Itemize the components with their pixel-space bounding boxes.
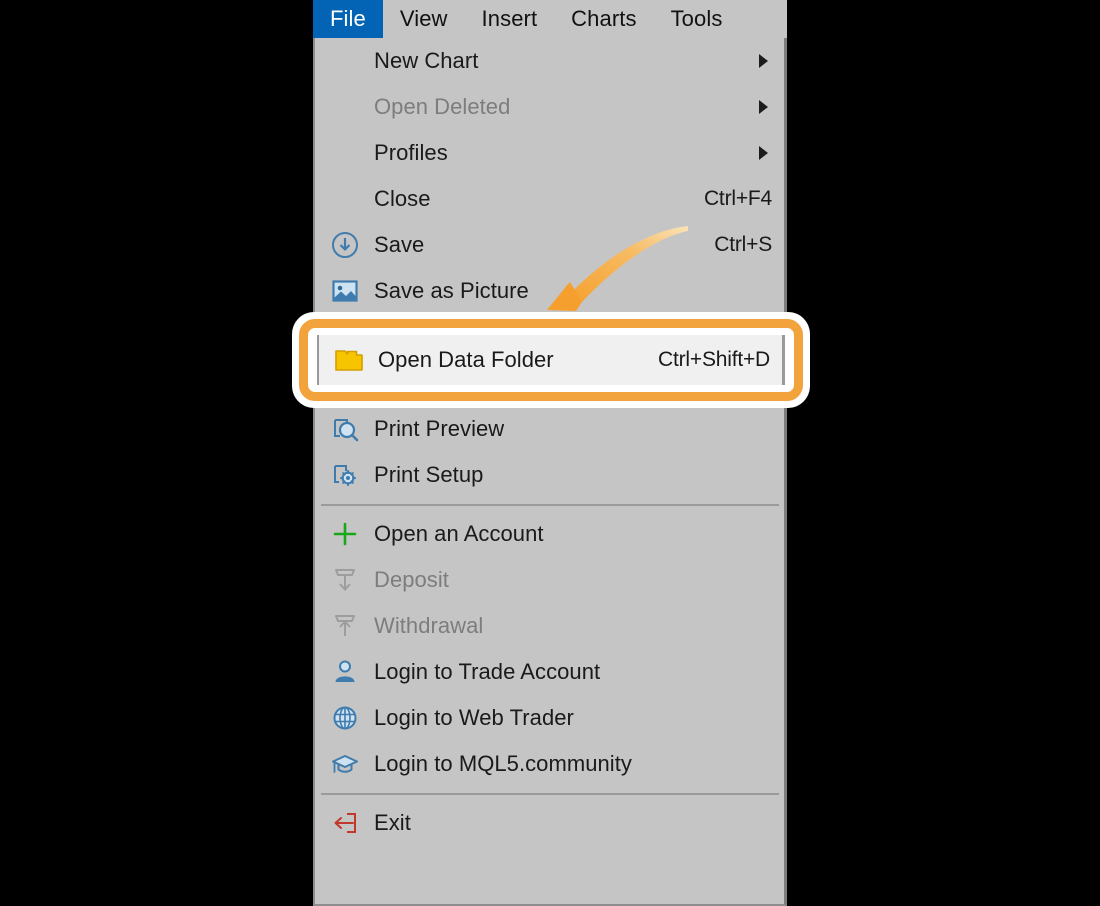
menu-item-close[interactable]: Close Ctrl+F4 bbox=[315, 176, 784, 222]
submenu-chevron-right-icon bbox=[759, 146, 768, 160]
person-icon bbox=[327, 655, 363, 689]
menu-item-print-preview[interactable]: Print Preview bbox=[315, 406, 784, 452]
menu-item-label: Save as Picture bbox=[374, 278, 529, 303]
menu-item-label: Login to Trade Account bbox=[374, 659, 601, 684]
globe-icon bbox=[327, 701, 363, 735]
separator-line bbox=[320, 503, 779, 506]
picture-icon bbox=[327, 274, 363, 308]
menu-item-label: Withdrawal bbox=[374, 613, 484, 638]
menu-item-label: Close bbox=[374, 186, 431, 211]
file-menu-dropdown: New Chart Open Deleted Profiles Close Ctrl+F… bbox=[313, 38, 787, 906]
menu-item-print-setup[interactable]: Print Setup bbox=[315, 452, 784, 498]
no-icon bbox=[327, 90, 363, 124]
separator-line bbox=[320, 792, 779, 795]
no-icon bbox=[327, 136, 363, 170]
menu-item-label: Open an Account bbox=[374, 521, 544, 546]
no-icon bbox=[327, 182, 363, 216]
menu-item-new-chart[interactable]: New Chart bbox=[315, 38, 784, 84]
menu-item-label: Profiles bbox=[374, 140, 448, 165]
menu-item-exit[interactable]: Exit bbox=[315, 800, 784, 846]
menu-item-shortcut: Ctrl+Shift+D bbox=[658, 348, 770, 371]
menu-item-open-an-account[interactable]: Open an Account bbox=[315, 511, 784, 557]
menu-item-withdrawal: Withdrawal bbox=[315, 603, 784, 649]
menu-item-open-deleted: Open Deleted bbox=[315, 84, 784, 130]
menu-item-label: Deposit bbox=[374, 567, 449, 592]
menu-item-save-as-picture[interactable]: Save as Picture bbox=[315, 268, 784, 314]
menubar-item-file[interactable]: File bbox=[313, 0, 383, 38]
folder-icon bbox=[331, 343, 367, 377]
menu-separator bbox=[315, 787, 784, 800]
menu-item-label: Open Deleted bbox=[374, 94, 511, 119]
deposit-arrow-down-icon bbox=[327, 563, 363, 597]
print-setup-icon bbox=[327, 458, 363, 492]
menu-item-profiles[interactable]: Profiles bbox=[315, 130, 784, 176]
menu-item-login-to-trade-account[interactable]: Login to Trade Account bbox=[315, 649, 784, 695]
menu-item-shortcut: Ctrl+F4 bbox=[703, 187, 772, 210]
menubar-item-tools[interactable]: Tools bbox=[654, 0, 740, 38]
menu-item-label: Exit bbox=[374, 810, 411, 835]
menu-item-deposit: Deposit bbox=[315, 557, 784, 603]
menubar-item-insert[interactable]: Insert bbox=[465, 0, 555, 38]
highlighted-menu-item-open-data-folder[interactable]: Open Data Folder Ctrl+Shift+D bbox=[317, 335, 785, 385]
menu-item-label: Save bbox=[374, 232, 425, 257]
menu-item-label: Print Preview bbox=[374, 416, 505, 441]
withdrawal-arrow-up-icon bbox=[327, 609, 363, 643]
submenu-chevron-right-icon bbox=[759, 54, 768, 68]
menubar-item-view[interactable]: View bbox=[383, 0, 465, 38]
menu-bar: File View Insert Charts Tools bbox=[313, 0, 787, 38]
menu-item-label: New Chart bbox=[374, 48, 479, 73]
menu-item-login-to-mql5-community[interactable]: Login to MQL5.community bbox=[315, 741, 784, 787]
menu-item-label: Login to MQL5.community bbox=[374, 751, 632, 776]
save-icon bbox=[327, 228, 363, 262]
menubar-item-charts[interactable]: Charts bbox=[554, 0, 653, 38]
menu-separator bbox=[315, 498, 784, 511]
submenu-chevron-right-icon bbox=[759, 100, 768, 114]
exit-icon bbox=[327, 806, 363, 840]
plus-icon bbox=[327, 517, 363, 551]
menu-item-save[interactable]: Save Ctrl+S bbox=[315, 222, 784, 268]
menu-item-shortcut: Ctrl+S bbox=[714, 233, 772, 256]
menu-item-label: Open Data Folder bbox=[378, 347, 554, 372]
graduation-cap-icon bbox=[327, 747, 363, 781]
menu-item-list: New Chart Open Deleted Profiles Close Ctrl+F… bbox=[315, 38, 784, 904]
screenshot-root: File View Insert Charts Tools New Chart Open … bbox=[0, 0, 1100, 906]
print-preview-icon bbox=[327, 412, 363, 446]
menu-item-login-to-web-trader[interactable]: Login to Web Trader bbox=[315, 695, 784, 741]
no-icon bbox=[327, 44, 363, 78]
menu-item-label: Print Setup bbox=[374, 462, 484, 487]
menu-item-label: Login to Web Trader bbox=[374, 705, 574, 730]
